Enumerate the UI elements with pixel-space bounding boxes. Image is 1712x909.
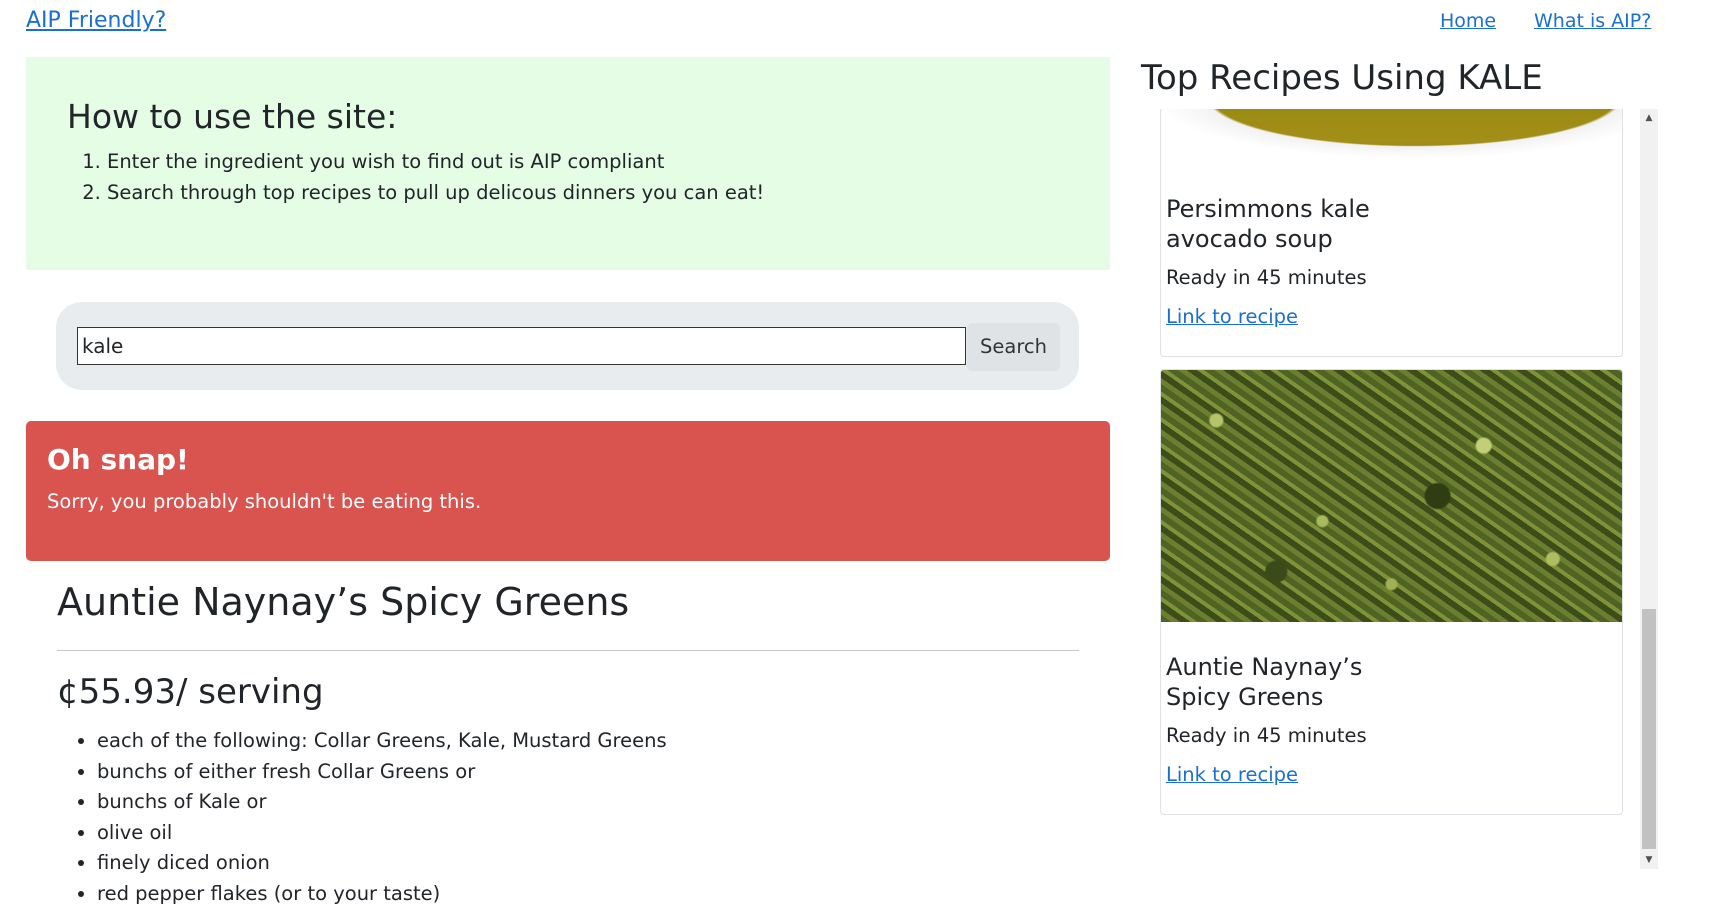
ingredient-item: finely diced onion: [97, 848, 667, 879]
card-ready-time: Ready in 45 minutes: [1166, 724, 1617, 747]
alert-heading: Oh snap!: [47, 443, 1089, 476]
search-bar: Search: [56, 302, 1079, 390]
recipe-price: ¢55.93/ serving: [57, 672, 324, 712]
how-to-panel: How to use the site: Enter the ingredien…: [26, 57, 1110, 270]
ingredient-item: bunchs of either fresh Collar Greens or: [97, 757, 667, 788]
card-title: Persimmons kale avocado soup: [1166, 194, 1426, 254]
error-alert: Oh snap! Sorry, you probably shouldn't b…: [26, 421, 1110, 561]
how-to-steps: Enter the ingredient you wish to find ou…: [67, 146, 1070, 208]
recipe-card: Auntie Naynay’s Spicy Greens Ready in 45…: [1160, 369, 1623, 815]
how-to-title: How to use the site:: [67, 97, 1070, 136]
brand-link[interactable]: AIP Friendly?: [26, 8, 166, 33]
ingredient-item: each of the following: Collar Greens, Ka…: [97, 726, 667, 757]
scrollbar-thumb[interactable]: [1642, 609, 1656, 849]
search-input[interactable]: [77, 327, 966, 365]
recipe-link[interactable]: Link to recipe: [1166, 763, 1298, 786]
recipe-title: Auntie Naynay’s Spicy Greens: [57, 580, 629, 624]
nav-what-is-aip-link[interactable]: What is AIP?: [1534, 10, 1651, 32]
recipe-scroll-panel[interactable]: Persimmons kale avocado soup Ready in 45…: [1160, 109, 1638, 869]
scrollbar[interactable]: ▲ ▼: [1640, 109, 1658, 869]
scroll-up-arrow-icon[interactable]: ▲: [1640, 109, 1658, 127]
ingredient-list: each of the following: Collar Greens, Ka…: [57, 726, 667, 909]
scroll-down-arrow-icon[interactable]: ▼: [1640, 851, 1658, 869]
nav-home-link[interactable]: Home: [1440, 10, 1496, 32]
recipe-image: [1161, 109, 1622, 164]
recipe-link[interactable]: Link to recipe: [1166, 305, 1298, 328]
alert-message: Sorry, you probably shouldn't be eating …: [47, 490, 1089, 513]
search-button[interactable]: Search: [967, 323, 1060, 371]
ingredient-item: olive oil: [97, 818, 667, 849]
recipe-card: Persimmons kale avocado soup Ready in 45…: [1160, 109, 1623, 357]
card-title: Auntie Naynay’s Spicy Greens: [1166, 652, 1426, 712]
how-to-step: Enter the ingredient you wish to find ou…: [107, 146, 1070, 177]
how-to-step: Search through top recipes to pull up de…: [107, 177, 1070, 208]
card-ready-time: Ready in 45 minutes: [1166, 266, 1617, 289]
divider: [57, 650, 1079, 651]
top-recipes-title: Top Recipes Using KALE: [1141, 58, 1543, 98]
soup-cup-shape: [1161, 109, 1622, 164]
ingredient-item: bunchs of Kale or: [97, 787, 667, 818]
recipe-image: [1161, 370, 1622, 622]
